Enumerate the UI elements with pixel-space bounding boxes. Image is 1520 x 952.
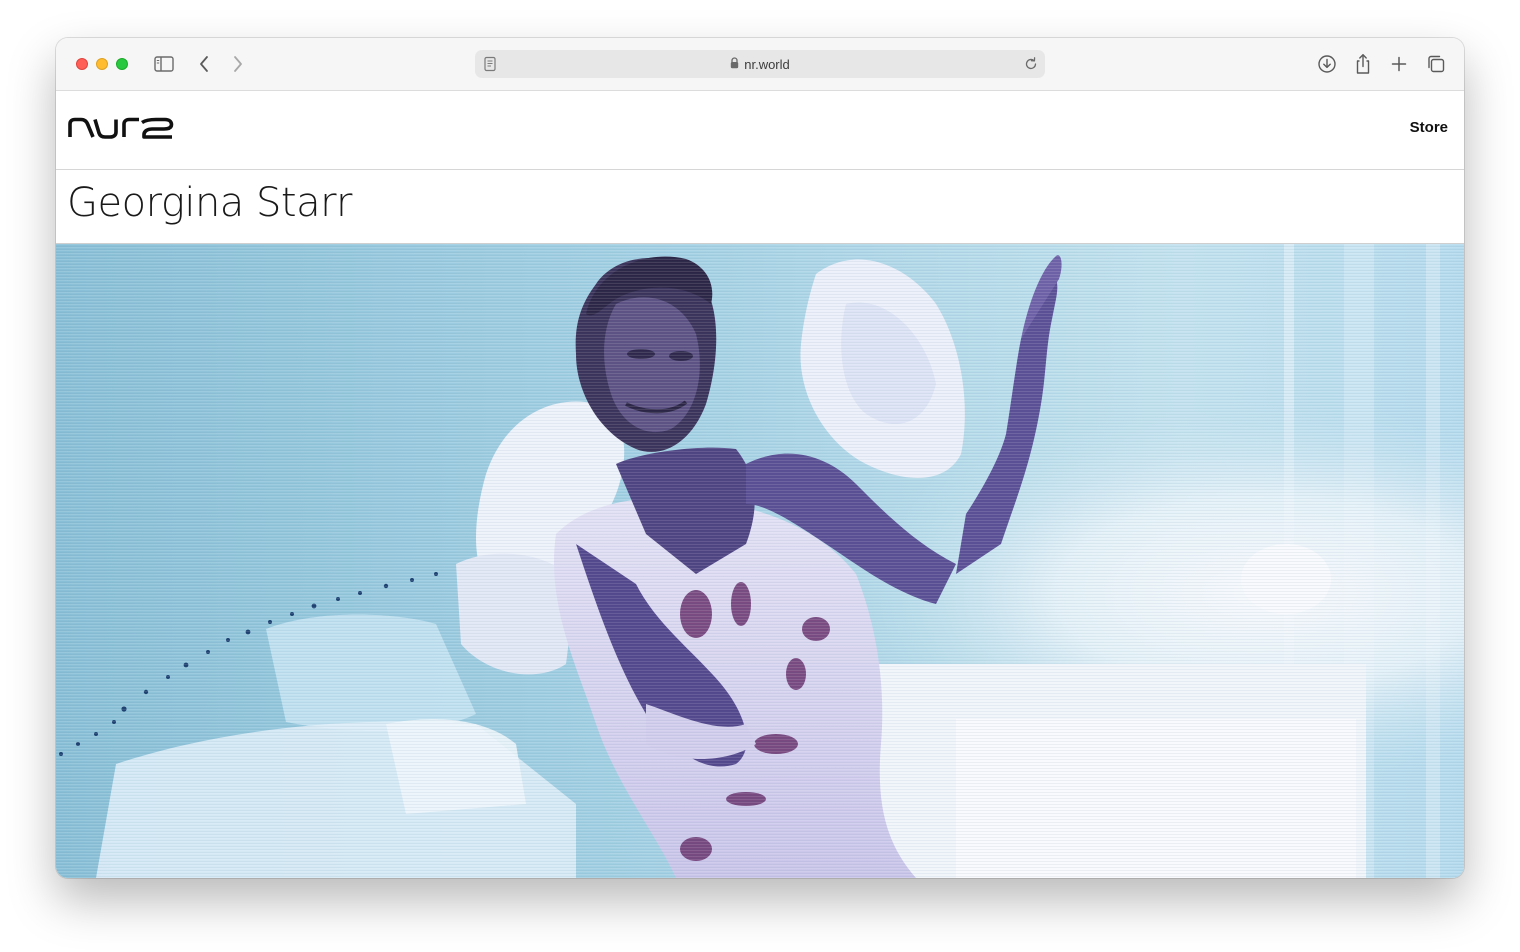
address-bar[interactable]: nr.world: [475, 50, 1045, 78]
url-display[interactable]: nr.world: [475, 50, 1045, 78]
share-icon[interactable]: [1351, 52, 1375, 76]
maximize-window-button[interactable]: [116, 58, 128, 70]
reload-icon[interactable]: [1023, 56, 1039, 72]
site-header: Store: [56, 91, 1464, 170]
minimize-window-button[interactable]: [96, 58, 108, 70]
lock-icon: [730, 56, 739, 72]
tab-overview-icon[interactable]: [1424, 52, 1448, 76]
new-tab-icon[interactable]: [1387, 52, 1411, 76]
sidebar-icon[interactable]: [152, 52, 176, 76]
page-title: Georgina Starr: [67, 180, 353, 226]
url-text: nr.world: [744, 56, 790, 72]
store-link[interactable]: Store: [1410, 119, 1448, 136]
title-section: Georgina Starr: [56, 170, 1464, 244]
hero-video-still: [56, 244, 1464, 878]
forward-icon[interactable]: [226, 52, 250, 76]
site-logo[interactable]: [68, 116, 174, 140]
close-window-button[interactable]: [76, 58, 88, 70]
page-content: Store Georgina Starr: [56, 91, 1464, 878]
nr-logo-icon: [68, 117, 174, 139]
download-icon[interactable]: [1315, 52, 1339, 76]
browser-toolbar: nr.world: [56, 38, 1464, 91]
hero-image: [56, 244, 1464, 878]
browser-window: nr.world Store Georgina Starr: [56, 38, 1464, 878]
back-icon[interactable]: [192, 52, 216, 76]
